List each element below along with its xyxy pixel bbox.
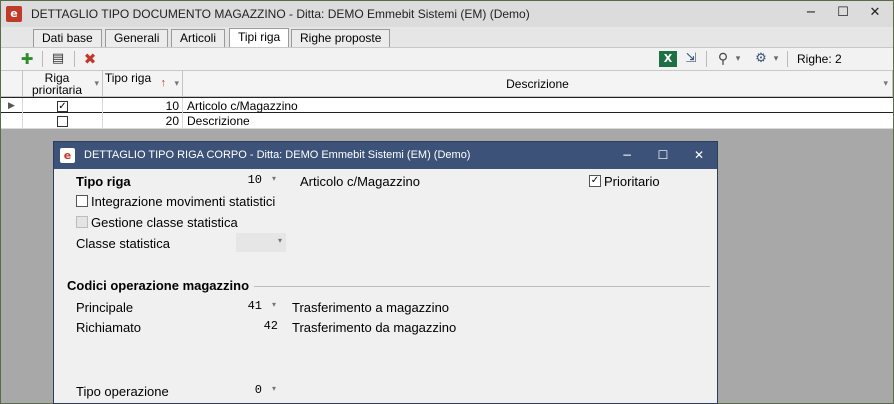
- dialog-titlebar: e DETTAGLIO TIPO RIGA CORPO - Ditta: DEM…: [54, 142, 717, 169]
- maximize-icon[interactable]: ☐: [829, 3, 857, 23]
- delete-icon[interactable]: ✖: [80, 50, 100, 68]
- chevron-down-icon[interactable]: ▾: [733, 50, 743, 68]
- gestione-label: Gestione classe statistica: [91, 215, 238, 230]
- prioritario-label: Prioritario: [604, 174, 660, 189]
- chevron-down-icon[interactable]: ▾: [174, 78, 179, 90]
- chevron-down-icon[interactable]: ▾: [272, 174, 276, 183]
- tipo-operazione-combo[interactable]: 0 ▾: [236, 381, 280, 400]
- section-title: Codici operazione magazzino: [67, 278, 250, 293]
- close-icon[interactable]: ✕: [861, 3, 889, 23]
- edit-icon[interactable]: ▤: [48, 50, 68, 68]
- search-icon[interactable]: ⚲: [714, 50, 732, 68]
- app-logo-icon: e: [60, 148, 75, 163]
- table-row[interactable]: ▶ ✓ 10 Articolo c/Magazzino: [1, 97, 893, 114]
- column-header-type[interactable]: Tipo riga ↑ ▾: [103, 71, 183, 97]
- row-pointer-icon: ▶: [1, 98, 23, 114]
- column-header-description[interactable]: Descrizione ▾: [183, 71, 893, 97]
- chevron-down-icon[interactable]: ▾: [883, 71, 888, 97]
- tab-tipi-riga[interactable]: Tipi riga: [229, 28, 290, 47]
- section-divider: [254, 286, 710, 287]
- richiamato-description: Trasferimento da magazzino: [292, 320, 457, 335]
- row-selector: [1, 113, 23, 129]
- toolbar: ✚ ▤ ✖ X ⇲ ⚲ ▾ ⚙ ▾ Righe: 2: [1, 47, 893, 71]
- column-header-priority[interactable]: Riga prioritaria ▾: [23, 71, 103, 97]
- principale-description: Trasferimento a magazzino: [292, 300, 450, 315]
- richiamato-combo[interactable]: 42: [236, 317, 280, 336]
- tipo-riga-description: Articolo c/Magazzino: [300, 174, 420, 189]
- tipo-operazione-value: 0: [254, 383, 262, 397]
- dialog-title: DETTAGLIO TIPO RIGA CORPO - Ditta: DEMO …: [84, 149, 471, 161]
- close-icon[interactable]: ✕: [688, 146, 710, 164]
- principale-label: Principale: [76, 300, 134, 315]
- minimize-icon[interactable]: −: [616, 146, 638, 164]
- column-header-priority-label: Riga prioritaria: [31, 71, 82, 97]
- dettaglio-tipo-riga-dialog: e DETTAGLIO TIPO RIGA CORPO - Ditta: DEM…: [53, 141, 718, 404]
- toolbar-separator: [787, 51, 788, 67]
- richiamato-value: 42: [263, 319, 278, 333]
- priority-cell[interactable]: ✓: [23, 98, 103, 114]
- tipi-riga-grid: Riga prioritaria ▾ Tipo riga ↑ ▾ Descriz…: [1, 71, 893, 129]
- add-icon[interactable]: ✚: [17, 50, 37, 68]
- type-cell[interactable]: 10: [103, 98, 183, 114]
- chevron-down-icon[interactable]: ▾: [278, 236, 282, 245]
- principale-value: 41: [247, 299, 262, 313]
- row-selector-header: [1, 71, 23, 97]
- tab-righe-proposte[interactable]: Righe proposte: [291, 29, 391, 47]
- minimize-icon[interactable]: −: [797, 3, 825, 23]
- maximize-icon[interactable]: ☐: [652, 146, 674, 164]
- tab-dati-base[interactable]: Dati base: [33, 29, 102, 47]
- description-cell[interactable]: Articolo c/Magazzino: [183, 98, 893, 114]
- sort-ascending-icon: ↑: [160, 77, 167, 89]
- toolbar-separator: [74, 51, 75, 67]
- gestione-checkbox[interactable]: [76, 216, 88, 228]
- column-header-type-label: Tipo riga: [104, 71, 152, 85]
- chevron-down-icon[interactable]: ▾: [771, 50, 781, 68]
- app-logo-icon: e: [6, 6, 22, 22]
- toolbar-separator: [42, 51, 43, 67]
- chevron-down-icon[interactable]: ▾: [272, 384, 276, 393]
- tipo-riga-value: 10: [247, 173, 262, 187]
- classe-statistica-label: Classe statistica: [76, 236, 170, 251]
- chevron-down-icon[interactable]: ▾: [272, 300, 276, 309]
- filter-icon[interactable]: ⚙: [752, 50, 770, 68]
- export-icon[interactable]: ⇲: [682, 50, 700, 68]
- type-cell[interactable]: 20: [103, 113, 183, 129]
- table-row[interactable]: 20 Descrizione: [1, 113, 893, 129]
- main-titlebar: e DETTAGLIO TIPO DOCUMENTO MAGAZZINO - D…: [1, 1, 893, 27]
- excel-export-icon[interactable]: X: [659, 51, 677, 67]
- prioritario-checkbox[interactable]: ✓: [589, 175, 601, 187]
- description-cell[interactable]: Descrizione: [183, 113, 893, 129]
- row-count: Righe: 2: [797, 52, 842, 66]
- tipo-riga-label: Tipo riga: [76, 174, 131, 189]
- toolbar-separator: [706, 51, 707, 67]
- tipo-operazione-label: Tipo operazione: [76, 384, 169, 399]
- tab-generali[interactable]: Generali: [105, 29, 169, 47]
- principale-combo[interactable]: 41 ▾: [236, 297, 280, 316]
- integrazione-label: Integrazione movimenti statistici: [91, 194, 276, 209]
- tab-bar: Dati base Generali Articoli Tipi riga Ri…: [1, 27, 893, 47]
- chevron-down-icon[interactable]: ▾: [94, 78, 99, 90]
- priority-checkbox[interactable]: [57, 116, 68, 128]
- column-header-description-label: Descrizione: [506, 77, 569, 91]
- tab-articoli[interactable]: Articoli: [171, 29, 226, 47]
- priority-cell[interactable]: [23, 113, 103, 129]
- main-window-title: DETTAGLIO TIPO DOCUMENTO MAGAZZINO - Dit…: [31, 7, 530, 21]
- classe-statistica-combo[interactable]: ▾: [236, 233, 286, 252]
- integrazione-checkbox[interactable]: [76, 195, 88, 207]
- tipo-riga-combo[interactable]: 10 ▾: [236, 171, 280, 190]
- priority-checkbox[interactable]: ✓: [57, 101, 68, 113]
- richiamato-label: Richiamato: [76, 320, 142, 335]
